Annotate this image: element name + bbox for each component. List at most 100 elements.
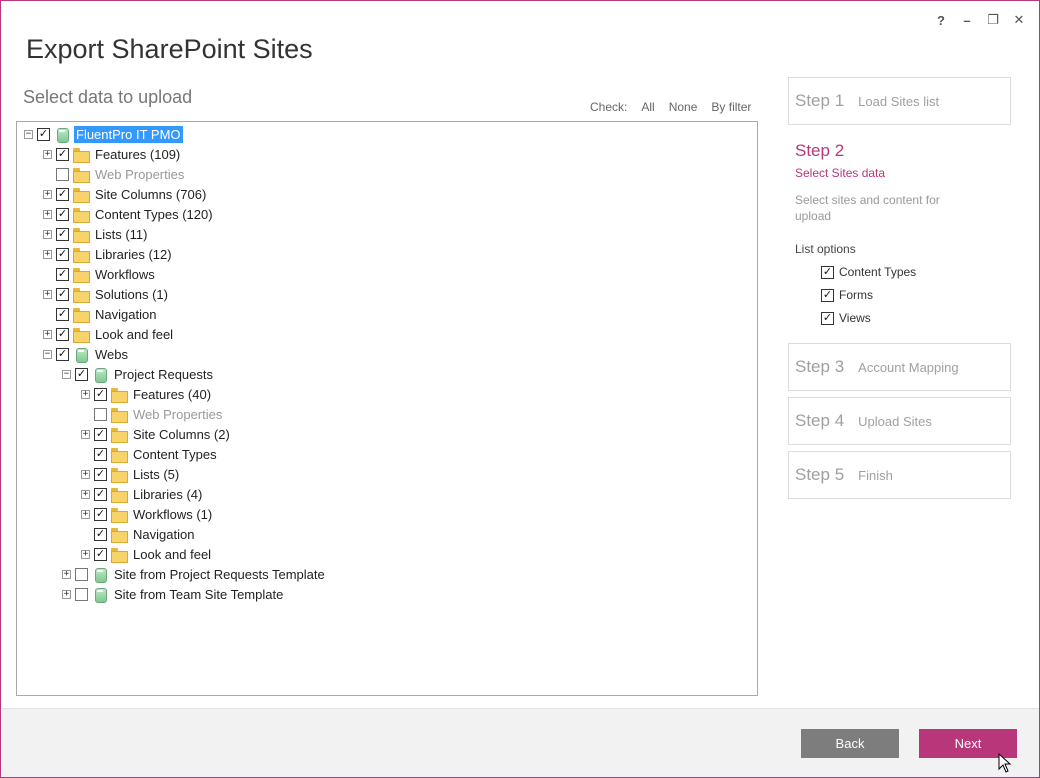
tree-checkbox[interactable]: ✓: [56, 267, 69, 281]
expand-icon[interactable]: +: [43, 329, 52, 339]
tree-node[interactable]: + ✓ Lists (5): [81, 464, 181, 484]
tree-node[interactable]: − ✓ FluentPro IT PMO: [24, 124, 183, 144]
tree-checkbox[interactable]: ✓: [56, 307, 69, 321]
tree-checkbox[interactable]: ✓: [94, 407, 107, 421]
tree-node-label[interactable]: Libraries (12): [93, 246, 174, 263]
close-icon[interactable]: ✕: [1011, 11, 1027, 29]
tree-node[interactable]: ✓ Navigation: [43, 304, 158, 324]
tree-node-label[interactable]: Solutions (1): [93, 286, 170, 303]
tree-node[interactable]: + ✓ Lists (11): [43, 224, 150, 244]
tree-checkbox[interactable]: ✓: [56, 287, 69, 301]
minimize-icon[interactable]: –: [959, 11, 975, 29]
tree-node[interactable]: − ✓ Webs: [43, 344, 130, 364]
tree-node[interactable]: + ✓ Solutions (1): [43, 284, 170, 304]
tree-checkbox[interactable]: ✓: [56, 167, 69, 181]
tree-node-label[interactable]: Web Properties: [93, 166, 186, 183]
tree-node-label[interactable]: Site from Project Requests Template: [112, 566, 327, 583]
tree-node[interactable]: + ✓ Features (40): [81, 384, 213, 404]
tree-checkbox[interactable]: ✓: [75, 367, 88, 381]
tree-node[interactable]: + ✓ Site Columns (706): [43, 184, 208, 204]
tree-node[interactable]: ✓ Content Types: [81, 444, 219, 464]
expand-icon[interactable]: +: [43, 289, 52, 299]
tree-node-label[interactable]: Look and feel: [131, 546, 213, 563]
tree-node-label[interactable]: Features (109): [93, 146, 182, 163]
tree-checkbox[interactable]: ✓: [94, 527, 107, 541]
expand-icon[interactable]: +: [81, 389, 90, 399]
expand-icon[interactable]: +: [81, 549, 90, 559]
collapse-icon[interactable]: −: [24, 129, 33, 139]
tree-node[interactable]: + ✓ Features (109): [43, 144, 182, 164]
tree-node-label[interactable]: Workflows: [93, 266, 157, 283]
tree-node-label[interactable]: Navigation: [93, 306, 158, 323]
tree-node-label[interactable]: Project Requests: [112, 366, 215, 383]
tree-node-label[interactable]: Workflows (1): [131, 506, 214, 523]
tree-node[interactable]: ✓ Web Properties: [43, 164, 186, 184]
tree-checkbox[interactable]: ✓: [56, 207, 69, 221]
expand-icon[interactable]: +: [81, 469, 90, 479]
expand-icon[interactable]: +: [43, 209, 52, 219]
option-forms[interactable]: ✓ Forms: [821, 288, 1010, 302]
tree-checkbox[interactable]: ✓: [75, 587, 88, 601]
tree-node-label[interactable]: FluentPro IT PMO: [74, 125, 183, 143]
tree-checkbox[interactable]: ✓: [94, 507, 107, 521]
collapse-icon[interactable]: −: [62, 369, 71, 379]
tree-checkbox[interactable]: ✓: [56, 347, 69, 361]
tree-node[interactable]: + ✓ Look and feel: [43, 324, 175, 344]
tree-node-label[interactable]: Site Columns (706): [93, 186, 208, 203]
expand-icon[interactable]: +: [43, 229, 52, 239]
expand-icon[interactable]: +: [81, 509, 90, 519]
tree-node[interactable]: ✓ Workflows: [43, 264, 157, 284]
tree-node-label[interactable]: Features (40): [131, 386, 213, 403]
tree-node-label[interactable]: Site Columns (2): [131, 426, 232, 443]
tree-checkbox[interactable]: ✓: [94, 447, 107, 461]
option-content-types[interactable]: ✓ Content Types: [821, 265, 1010, 279]
tree-node-label[interactable]: Lists (5): [131, 466, 181, 483]
option-views[interactable]: ✓ Views: [821, 311, 1010, 325]
tree-node[interactable]: + ✓ Content Types (120): [43, 204, 215, 224]
check-none-link[interactable]: None: [669, 100, 698, 114]
tree-node-label[interactable]: Look and feel: [93, 326, 175, 343]
expand-icon[interactable]: +: [43, 189, 52, 199]
tree-node[interactable]: + ✓ Site from Project Requests Template: [62, 564, 327, 584]
tree-node[interactable]: + ✓ Libraries (4): [81, 484, 204, 504]
collapse-icon[interactable]: −: [43, 349, 52, 359]
tree-node-label[interactable]: Content Types: [131, 446, 219, 463]
tree-node-label[interactable]: Libraries (4): [131, 486, 204, 503]
site-data-tree[interactable]: −✓FluentPro IT PMO+✓Features (109)✓Web P…: [16, 121, 758, 696]
tree-node[interactable]: ✓ Navigation: [81, 524, 196, 544]
expand-icon[interactable]: +: [43, 249, 52, 259]
check-by-filter-link[interactable]: By filter: [711, 100, 751, 114]
tree-node-label[interactable]: Web Properties: [131, 406, 224, 423]
restore-icon[interactable]: ❐: [985, 11, 1001, 29]
tree-node-label[interactable]: Webs: [93, 346, 130, 363]
expand-icon[interactable]: +: [62, 569, 71, 579]
tree-checkbox[interactable]: ✓: [94, 387, 107, 401]
tree-node[interactable]: + ✓ Site from Team Site Template: [62, 584, 285, 604]
tree-checkbox[interactable]: ✓: [56, 227, 69, 241]
tree-checkbox[interactable]: ✓: [94, 427, 107, 441]
expand-icon[interactable]: +: [62, 589, 71, 599]
tree-checkbox[interactable]: ✓: [56, 147, 69, 161]
tree-node[interactable]: − ✓ Project Requests: [62, 364, 215, 384]
tree-checkbox[interactable]: ✓: [37, 127, 50, 141]
tree-node[interactable]: + ✓ Workflows (1): [81, 504, 214, 524]
tree-checkbox[interactable]: ✓: [75, 567, 88, 581]
tree-node[interactable]: + ✓ Site Columns (2): [81, 424, 232, 444]
check-all-link[interactable]: All: [641, 100, 654, 114]
help-icon[interactable]: ?: [933, 11, 949, 29]
tree-node[interactable]: + ✓ Look and feel: [81, 544, 213, 564]
tree-checkbox[interactable]: ✓: [94, 487, 107, 501]
expand-icon[interactable]: +: [43, 149, 52, 159]
tree-node-label[interactable]: Navigation: [131, 526, 196, 543]
tree-checkbox[interactable]: ✓: [56, 247, 69, 261]
forms-checkbox[interactable]: ✓: [821, 288, 834, 302]
tree-node-label[interactable]: Site from Team Site Template: [112, 586, 285, 603]
tree-checkbox[interactable]: ✓: [94, 547, 107, 561]
tree-node[interactable]: ✓ Web Properties: [81, 404, 224, 424]
tree-node-label[interactable]: Lists (11): [93, 226, 150, 243]
tree-node-label[interactable]: Content Types (120): [93, 206, 215, 223]
tree-checkbox[interactable]: ✓: [94, 467, 107, 481]
expand-icon[interactable]: +: [81, 489, 90, 499]
tree-checkbox[interactable]: ✓: [56, 187, 69, 201]
views-checkbox[interactable]: ✓: [821, 311, 834, 325]
